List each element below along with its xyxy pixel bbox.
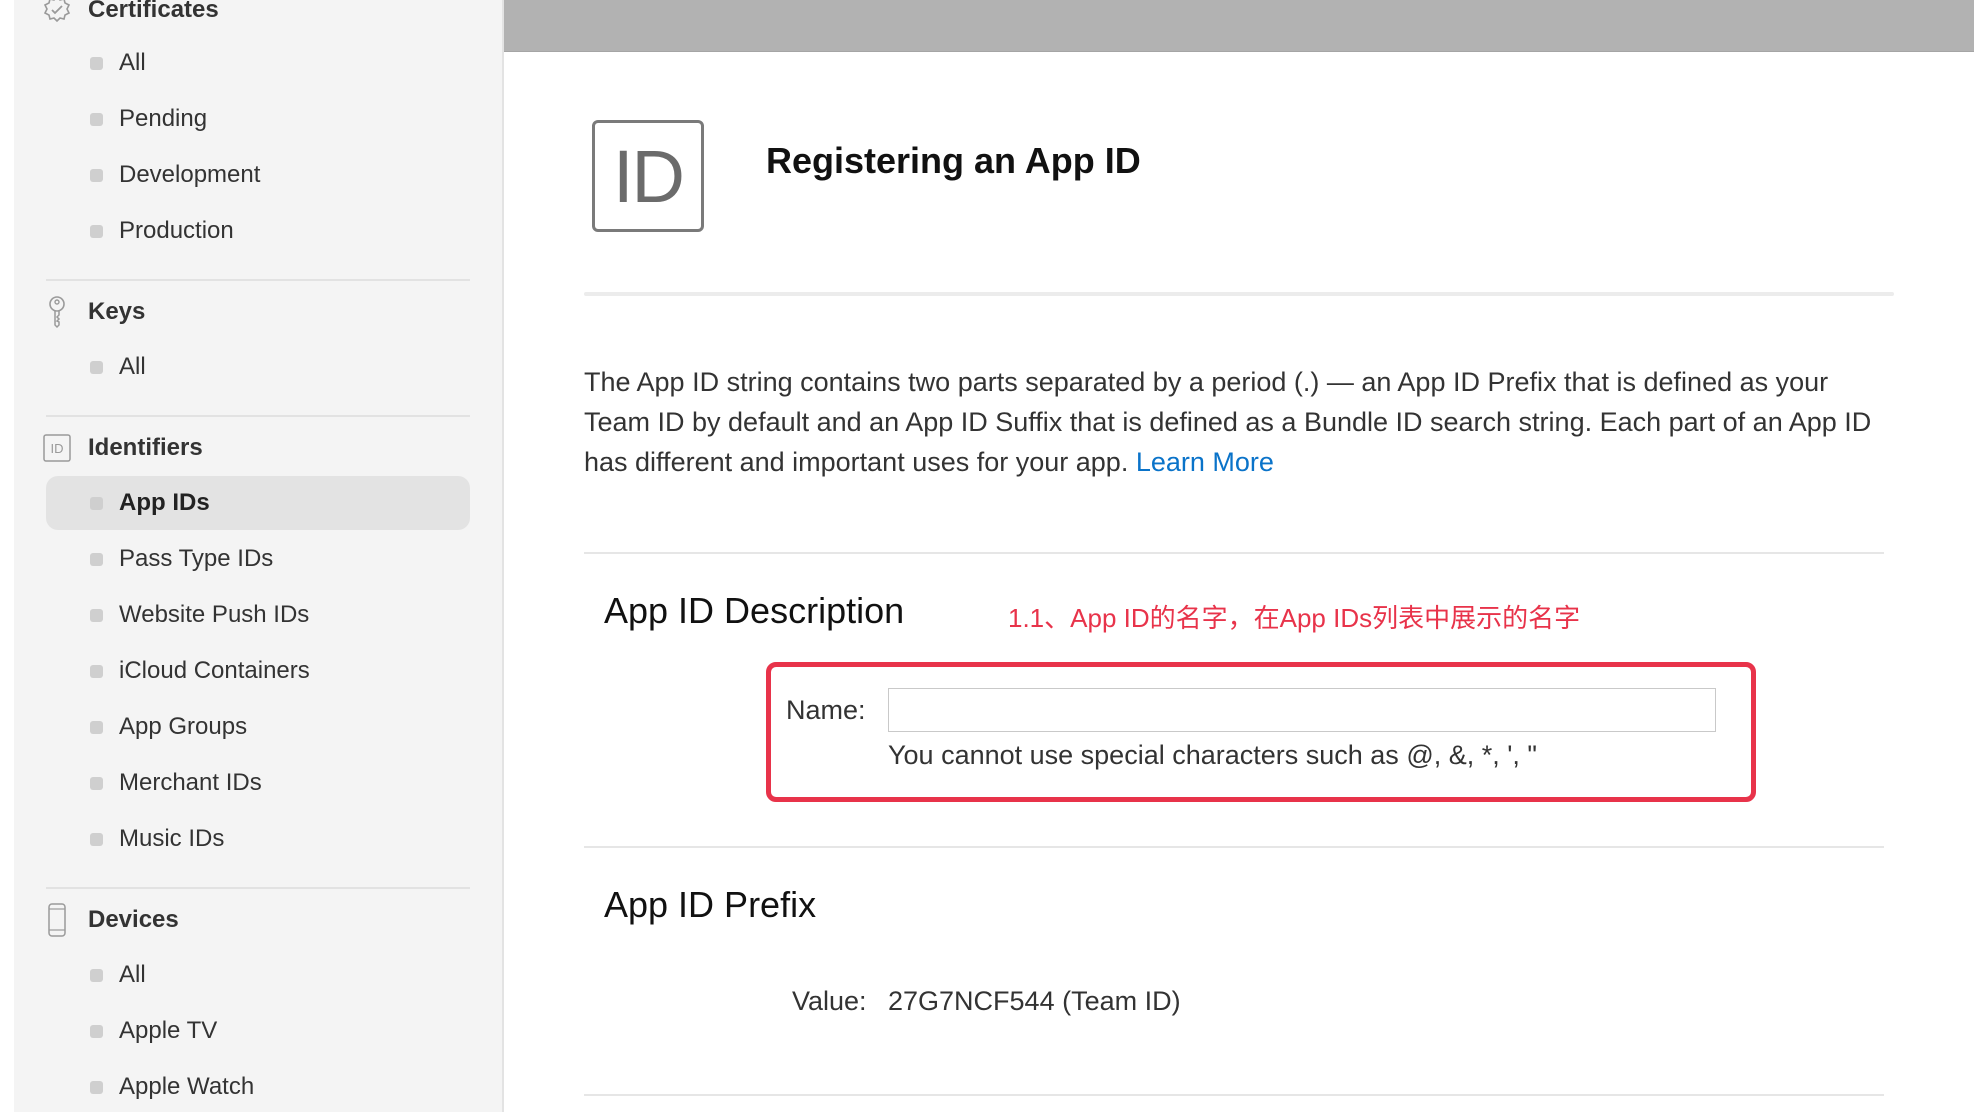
bullet-icon: [90, 496, 103, 510]
section-divider: [584, 1094, 1884, 1096]
device-phone-icon: [42, 903, 72, 937]
bullet-icon: [90, 1024, 103, 1038]
app-id-prefix-heading: App ID Prefix: [604, 884, 817, 925]
sidebar-item-pass-type-ids[interactable]: Pass Type IDs: [46, 532, 470, 586]
sidebar-item-app-ids[interactable]: App IDs: [46, 476, 470, 530]
sidebar-item-development[interactable]: Development: [46, 148, 470, 202]
sidebar-item-music-ids[interactable]: Music IDs: [46, 812, 470, 866]
sidebar-item-icloud-containers[interactable]: iCloud Containers: [46, 644, 470, 698]
sidebar-item-keys-all[interactable]: All: [46, 340, 470, 394]
sidebar-item-merchant-ids[interactable]: Merchant IDs: [46, 756, 470, 810]
sidebar-item-label: Pass Type IDs: [119, 545, 274, 572]
bullet-icon: [90, 168, 103, 182]
id-icon: ID: [42, 431, 72, 465]
sidebar-item-label: App IDs: [119, 489, 210, 516]
bullet-icon: [90, 56, 103, 70]
bullet-icon: [90, 720, 103, 734]
bullet-icon: [90, 224, 103, 238]
bullet-icon: [90, 608, 103, 622]
sidebar-item-label: iCloud Containers: [119, 657, 310, 684]
sidebar-item-label: Production: [119, 217, 234, 244]
sidebar-divider: [46, 279, 470, 281]
name-label: Name:: [786, 695, 866, 725]
bullet-icon: [90, 968, 103, 982]
section-divider: [584, 552, 1884, 554]
sidebar-item-label: All: [119, 49, 146, 76]
sidebar-item-label: Pending: [119, 105, 208, 132]
sidebar-item-apple-tv[interactable]: Apple TV: [46, 1004, 470, 1058]
certificate-badge-icon: [42, 0, 72, 27]
key-icon: [42, 295, 72, 329]
bullet-icon: [90, 776, 103, 790]
bullet-icon: [90, 1080, 103, 1094]
bullet-icon: [90, 664, 103, 678]
annotation-highlight-box: [766, 662, 1756, 802]
sidebar: Certificates All Pending Development Pro…: [0, 0, 504, 1112]
sidebar-item-devices-all[interactable]: All: [46, 948, 470, 1002]
sidebar-item-pending[interactable]: Pending: [46, 92, 470, 146]
sidebar-item-label: App Groups: [119, 713, 248, 740]
sidebar-item-label: Apple TV: [119, 1017, 218, 1044]
learn-more-link[interactable]: Learn More: [1136, 447, 1274, 477]
sidebar-section-identifiers: ID Identifiers: [42, 428, 472, 468]
sidebar-item-label: Apple Watch: [119, 1073, 255, 1100]
sidebar-item-label: Merchant IDs: [119, 769, 262, 796]
sidebar-section-certificates: Certificates: [42, 0, 472, 30]
sidebar-item-label: Music IDs: [119, 825, 225, 852]
main-content: ID Registering an App ID The App ID stri…: [504, 52, 1974, 1112]
intro-paragraph: The App ID string contains two parts sep…: [584, 362, 1884, 482]
section-divider: [584, 846, 1884, 848]
sidebar-section-title: Devices: [88, 906, 179, 933]
sidebar-item-website-push-ids[interactable]: Website Push IDs: [46, 588, 470, 642]
id-icon-text: ID: [51, 441, 64, 456]
sidebar-item-label: Website Push IDs: [119, 601, 310, 628]
sidebar-item-app-groups[interactable]: App Groups: [46, 700, 470, 754]
sidebar-item-label: Development: [119, 161, 261, 188]
sidebar-section-title: Identifiers: [88, 434, 203, 461]
sidebar-item-certificates-all[interactable]: All: [46, 36, 470, 90]
sidebar-item-label: All: [119, 961, 146, 988]
bullet-icon: [90, 832, 103, 846]
bullet-icon: [90, 112, 103, 126]
sidebar-item-production[interactable]: Production: [46, 204, 470, 258]
annotation-note: 1.1、App ID的名字，在App IDs列表中展示的名字: [1008, 603, 1581, 633]
app-id-badge-icon: ID: [592, 120, 704, 232]
sidebar-left-edge: [0, 0, 14, 1112]
sidebar-section-title: Keys: [88, 298, 146, 325]
team-id-value: 27G7NCF544 (Team ID): [888, 986, 1181, 1016]
bullet-icon: [90, 360, 103, 374]
app-id-description-heading: App ID Description: [604, 590, 905, 631]
name-input[interactable]: [888, 688, 1716, 732]
title-divider: [584, 292, 1894, 296]
sidebar-section-title: Certificates: [88, 0, 219, 23]
bullet-icon: [90, 552, 103, 566]
sidebar-section-keys: Keys: [42, 292, 472, 332]
value-label: Value:: [792, 986, 867, 1016]
sidebar-divider: [46, 415, 470, 417]
top-bar: [504, 0, 1974, 52]
sidebar-item-label: All: [119, 353, 146, 380]
page-title: Registering an App ID: [766, 140, 1141, 181]
name-hint: You cannot use special characters such a…: [888, 740, 1537, 770]
sidebar-section-devices: Devices: [42, 900, 472, 940]
sidebar-item-apple-watch[interactable]: Apple Watch: [46, 1060, 470, 1112]
sidebar-divider: [46, 887, 470, 889]
